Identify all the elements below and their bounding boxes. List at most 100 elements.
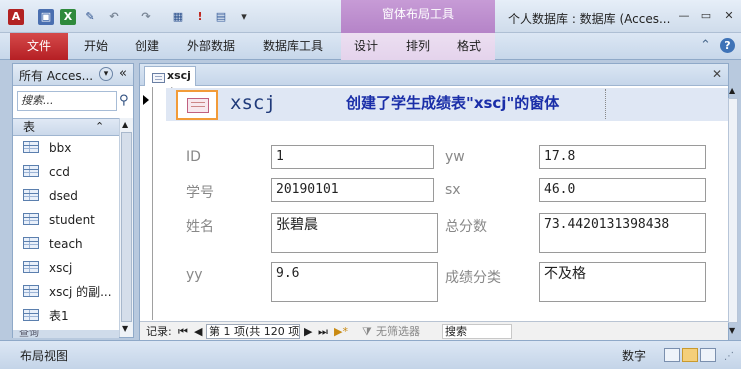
nav-group-label: 表	[23, 120, 36, 134]
previous-record-icon[interactable]: ◀	[194, 322, 202, 341]
nav-item-ccd[interactable]: ccd	[23, 161, 119, 183]
scroll-down-icon[interactable]: ▼	[122, 324, 128, 333]
collapse-pane-icon[interactable]: «	[119, 66, 127, 81]
scroll-thumb[interactable]	[728, 98, 738, 323]
customize-toolbar-icon[interactable]: ▾	[236, 9, 252, 25]
document-scrollbar[interactable]: ▲ ▼	[727, 86, 739, 342]
document-tab-label: xscj	[167, 69, 191, 82]
field-xuehao[interactable]: 20190101	[271, 178, 434, 202]
tab-home[interactable]: 开始	[84, 33, 108, 60]
layout-view-icon[interactable]	[682, 348, 698, 362]
tab-arrange[interactable]: 排列	[406, 33, 430, 60]
access-logo-icon[interactable]: A	[8, 9, 24, 25]
field-yy[interactable]: 9.6	[271, 262, 438, 302]
nav-search-input[interactable]: 搜索...	[17, 91, 117, 111]
nav-item-label: bbx	[49, 141, 72, 155]
nav-item-xscj-copy[interactable]: xscj 的副...	[23, 281, 119, 303]
help-icon[interactable]: ?	[720, 38, 735, 53]
scroll-thumb[interactable]	[121, 132, 132, 322]
edit-icon[interactable]: ✎	[82, 9, 98, 25]
save-icon[interactable]: ▣	[38, 9, 54, 25]
undo-icon[interactable]: ↶	[106, 9, 122, 25]
nav-dropdown-icon[interactable]: ▾	[99, 67, 113, 81]
file-tab[interactable]: 文件	[10, 33, 68, 60]
current-record-input[interactable]: 第 1 项(共 120 项	[206, 324, 300, 339]
search-icon[interactable]: ⚲	[119, 93, 129, 108]
nav-item-bbx[interactable]: bbx	[23, 137, 119, 159]
restore-button[interactable]: ▭	[699, 10, 713, 22]
ribbon-minimize-icon[interactable]: ⌃	[700, 38, 711, 53]
scroll-up-icon[interactable]: ▲	[122, 120, 128, 129]
nav-item-label: student	[49, 213, 95, 227]
minimize-button[interactable]: —	[677, 10, 691, 22]
document-tab-bar: xscj ✕	[140, 64, 728, 86]
nav-item-label: dsed	[49, 189, 78, 203]
form-document: xscj ✕ ✥ xscj 创建了学生成绩表"xscj"的窗体 ID 1 学号 …	[139, 63, 729, 342]
record-label: 记录:	[146, 325, 172, 338]
label-xuehao: 学号	[186, 185, 214, 201]
redo-icon[interactable]: ↷	[138, 9, 154, 25]
nav-pane-header[interactable]: 所有 Acces... ▾ «	[13, 64, 133, 86]
field-id[interactable]: 1	[271, 145, 434, 169]
alert-icon[interactable]: !	[192, 9, 208, 25]
nav-group-queries[interactable]: 查询	[13, 330, 119, 338]
form-logo-icon[interactable]	[176, 90, 218, 120]
nav-scrollbar[interactable]: ▲ ▼	[119, 118, 133, 337]
nav-item-table1[interactable]: 表1	[23, 305, 119, 327]
close-window-button[interactable]: ✕	[722, 10, 736, 22]
field-zongfen[interactable]: 73.4420131398438	[539, 213, 706, 253]
field-yw[interactable]: 17.8	[539, 145, 706, 169]
document-tab[interactable]: xscj	[144, 66, 196, 86]
form-title[interactable]: xscj	[230, 92, 276, 114]
tab-external-data[interactable]: 外部数据	[187, 33, 235, 60]
first-record-icon[interactable]: ⏮	[178, 322, 188, 341]
nav-item-label: xscj	[49, 261, 73, 275]
table-icon	[23, 189, 39, 201]
resize-grip-icon[interactable]: ⋰	[724, 351, 734, 362]
nav-item-teach[interactable]: teach	[23, 233, 119, 255]
scroll-down-icon[interactable]: ▼	[729, 326, 735, 335]
filter-status[interactable]: 无筛选器	[376, 322, 420, 341]
new-record-icon[interactable]: ▶*	[334, 322, 348, 341]
tab-format[interactable]: 格式	[457, 33, 481, 60]
scroll-up-icon[interactable]: ▲	[729, 86, 735, 95]
record-search-input[interactable]: 搜索	[442, 324, 512, 339]
table-icon	[23, 165, 39, 177]
field-fenlei[interactable]: 不及格	[539, 262, 706, 302]
table-icon	[23, 141, 39, 153]
last-record-icon[interactable]: ⏭	[318, 322, 328, 341]
field-sx[interactable]: 46.0	[539, 178, 706, 202]
tab-create[interactable]: 创建	[135, 33, 159, 60]
design-view-icon[interactable]	[700, 348, 716, 362]
nav-item-label: 表1	[49, 309, 69, 323]
filter-icon[interactable]: ⧩	[362, 322, 372, 341]
nav-item-dsed[interactable]: dsed	[23, 185, 119, 207]
nav-item-label: xscj 的副...	[49, 285, 112, 299]
nav-group-tables[interactable]: 表 ⌃	[13, 118, 119, 136]
context-tab-header: 窗体布局工具	[341, 0, 495, 33]
window-title: 个人数据库 : 数据库 (Acces...	[508, 12, 671, 26]
close-document-icon[interactable]: ✕	[712, 67, 722, 81]
current-record-arrow-icon	[143, 95, 149, 105]
nav-item-xscj[interactable]: xscj	[23, 257, 119, 279]
form-caption[interactable]: 创建了学生成绩表"xscj"的窗体	[344, 92, 594, 114]
form-view-icon[interactable]	[664, 348, 680, 362]
record-selector[interactable]	[140, 87, 153, 320]
table-icon	[23, 261, 39, 273]
nav-item-label: ccd	[49, 165, 70, 179]
next-record-icon[interactable]: ▶	[304, 322, 312, 341]
table-icon[interactable]: ▤	[213, 9, 229, 25]
tab-database-tools[interactable]: 数据库工具	[263, 33, 323, 60]
view-icon[interactable]: ▦	[170, 9, 186, 25]
excel-export-icon[interactable]: X	[60, 9, 76, 25]
nav-pane-title: 所有 Acces...	[19, 69, 94, 83]
tab-design[interactable]: 设计	[354, 33, 378, 60]
field-xingming[interactable]: 张碧晨	[271, 213, 438, 253]
status-view-name: 布局视图	[20, 349, 69, 363]
label-zongfen: 总分数	[445, 219, 487, 235]
collapse-group-icon[interactable]: ⌃	[95, 119, 104, 135]
status-bar: 布局视图 数字 ⋰	[0, 340, 741, 369]
label-sx: sx	[445, 182, 461, 198]
nav-item-student[interactable]: student	[23, 209, 119, 231]
label-id: ID	[186, 149, 201, 165]
